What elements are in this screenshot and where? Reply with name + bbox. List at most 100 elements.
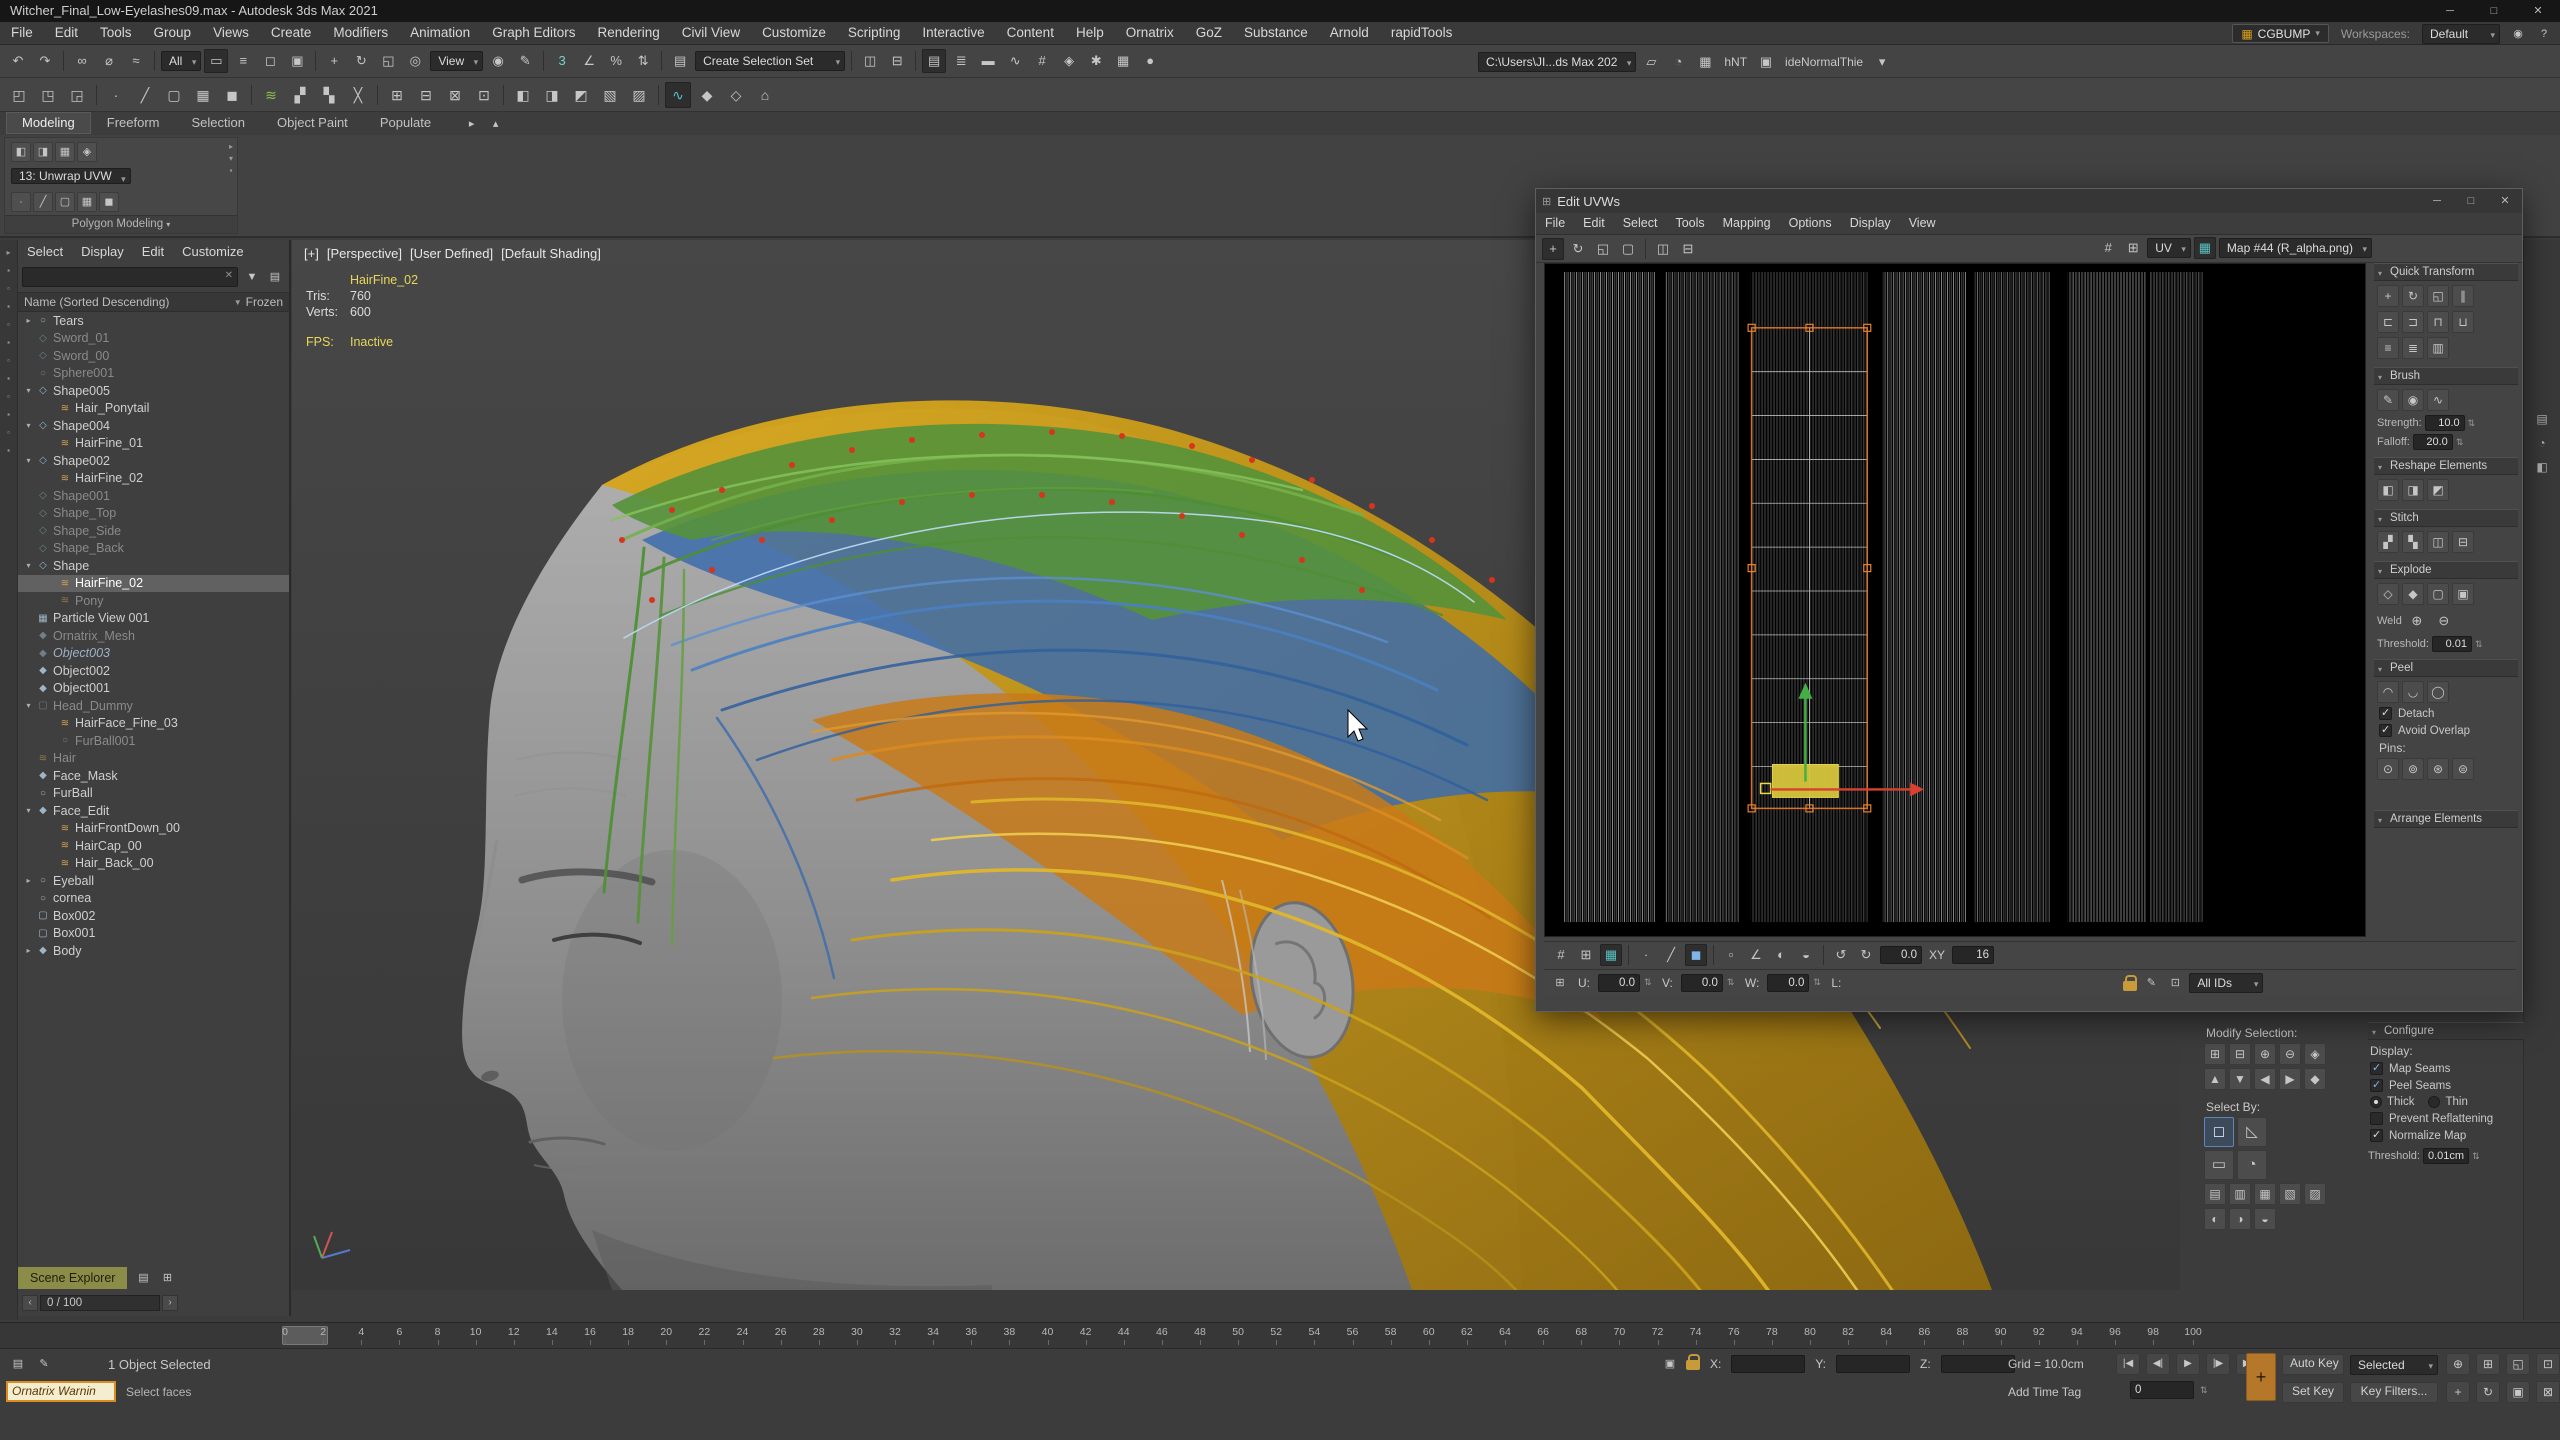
select-and-place-icon[interactable]: ◎ [403, 49, 427, 73]
scene-tree-item[interactable]: ▾ ▢ Head_Dummy [18, 697, 289, 715]
left-toolbar-icon-8[interactable]: ▪ [7, 374, 10, 383]
grid-size-field[interactable]: 16 [1952, 946, 1994, 964]
timeline-tick[interactable]: 82 [1841, 1326, 1855, 1338]
timeline-tick[interactable]: 50 [1231, 1326, 1245, 1338]
bind-to-space-warp-icon[interactable]: ≈ [124, 49, 148, 73]
uv-space-dropdown[interactable]: UV [2147, 238, 2191, 258]
script-button-hnt[interactable]: hNT [1720, 55, 1751, 69]
select-extra-icon-2[interactable]: ◑ [2229, 1208, 2251, 1230]
rotate-90-icon[interactable]: ↻ [2402, 285, 2424, 307]
edit-pencil-icon[interactable]: ✎ [2141, 973, 2161, 993]
axis-label[interactable]: XY [1925, 948, 1949, 962]
straighten-icon[interactable]: ◧ [2377, 479, 2399, 501]
timeline-tick[interactable]: 0 [278, 1326, 292, 1338]
align-top-icon[interactable]: ⊓ [2427, 311, 2449, 333]
dialog-minimize-button[interactable]: ─ [2420, 189, 2454, 213]
menu-item[interactable]: Interactive [911, 22, 995, 44]
scene-tree-item[interactable]: ≋ Hair_Ponytail [18, 400, 289, 418]
space-vertical-icon[interactable]: ≣ [2402, 337, 2424, 359]
extrude-icon[interactable]: ◧ [510, 82, 536, 108]
scale-uv-icon[interactable]: ◱ [2427, 285, 2449, 307]
timeline-tick[interactable]: 96 [2108, 1326, 2122, 1338]
align-bottom-icon[interactable]: ⊔ [2452, 311, 2474, 333]
distribute-icon[interactable]: ▥ [2427, 337, 2449, 359]
scene-tree-item[interactable]: ≋ Hair [18, 750, 289, 768]
unpin-icon[interactable]: ⊚ [2402, 758, 2424, 780]
frozen-filter-icon[interactable]: ▼ [234, 298, 242, 307]
uv-tile-grid-icon[interactable]: ⊞ [2122, 237, 2144, 259]
weld-threshold-field[interactable]: 0.01 [2432, 636, 2472, 652]
polygon-modeling-footer[interactable]: Polygon Modeling ▾ [5, 215, 237, 233]
scene-tree-item[interactable]: ≋ Pony [18, 592, 289, 610]
timeline-tick[interactable]: 72 [1651, 1326, 1665, 1338]
scene-explorer-tab[interactable]: Scene Explorer [18, 1267, 127, 1289]
normalize-map-checkbox[interactable]: Normalize Map [2370, 1129, 2522, 1142]
select-mode-icon-5[interactable]: ▨ [2304, 1183, 2326, 1205]
angle-snap-icon[interactable]: ∠ [577, 49, 601, 73]
align-right-icon[interactable]: ⊐ [2402, 311, 2424, 333]
attach-icon[interactable]: ⊞ [384, 82, 410, 108]
scene-tree-item[interactable]: ◆ Object002 [18, 662, 289, 680]
render-setup-icon[interactable]: ✱ [1084, 49, 1108, 73]
stitch-target-icon[interactable]: ◫ [2427, 531, 2449, 553]
timeline-tick[interactable]: 36 [964, 1326, 978, 1338]
left-toolbar-icon-6[interactable]: ▪ [7, 338, 10, 347]
timeline-tick[interactable]: 56 [1346, 1326, 1360, 1338]
key-filters-button[interactable]: Key Filters... [2350, 1382, 2438, 1403]
peel-seams-checkbox[interactable]: Peel Seams [2370, 1079, 2522, 1092]
ribbon-tab[interactable]: Object Paint [261, 112, 364, 134]
show-end-result-icon[interactable]: ▦ [55, 142, 75, 162]
ribbon-tab[interactable]: Freeform [91, 112, 176, 134]
timeline-tick[interactable]: 78 [1765, 1326, 1779, 1338]
left-toolbar-icon-5[interactable]: ▫ [7, 320, 10, 329]
swift-loop-icon[interactable]: ∿ [665, 82, 691, 108]
flatten-by-group-icon[interactable]: ▢ [2427, 583, 2449, 605]
scene-tree-item[interactable]: ≋ HairFine_02 [18, 575, 289, 593]
dialog-menu-item[interactable]: File [1536, 213, 1574, 234]
selection-lock-icon[interactable] [1686, 1360, 1700, 1370]
reference-coordinate-dropdown[interactable]: View [430, 51, 483, 71]
ribbon-overflow-icon[interactable]: ▸ [462, 114, 482, 134]
explorer-dock-icon[interactable]: ▤ [133, 1268, 153, 1288]
uv-snap-settings-icon[interactable]: # [2097, 237, 2119, 259]
show-map-toggle-icon[interactable]: ▦ [1600, 944, 1622, 966]
bevel-icon[interactable]: ◨ [539, 82, 565, 108]
shrink-selection-icon[interactable]: ⊟ [2229, 1043, 2251, 1065]
scene-tree-item[interactable]: ◇ Sword_00 [18, 347, 289, 365]
ribbon-minimize-icon[interactable]: ▴ [486, 114, 506, 134]
timeline-tick[interactable]: 8 [431, 1326, 445, 1338]
quad-cap-icon[interactable]: ⌂ [752, 82, 778, 108]
select-mode-icon-3[interactable]: ▦ [2254, 1183, 2276, 1205]
uv-move-icon[interactable]: + [1542, 238, 1564, 260]
help-icon[interactable]: ? [2534, 24, 2554, 44]
relax-edges-icon[interactable]: ◨ [2402, 479, 2424, 501]
lock-soft-selection-icon[interactable]: ◲ [64, 82, 90, 108]
panel-next-icon[interactable]: ▾ [229, 154, 233, 163]
scene-tree-item[interactable]: ◆ Object003 [18, 645, 289, 663]
brush-falloff-field[interactable]: 20.0 [2413, 434, 2453, 450]
state-sets-icon[interactable]: ▦ [1693, 50, 1717, 74]
timeline-tick[interactable]: 38 [1002, 1326, 1016, 1338]
left-toolbar-icon-10[interactable]: ▪ [7, 410, 10, 419]
ornatrix-warning-badge[interactable]: Ornatrix Warnin [6, 1381, 116, 1402]
select-and-move-icon[interactable]: + [322, 49, 346, 73]
falloff-curve-icon[interactable]: ∿ [2427, 389, 2449, 411]
select-and-manipulate-icon[interactable]: ✎ [513, 49, 537, 73]
scene-tree-item[interactable]: ▾ ◇ Shape [18, 557, 289, 575]
menu-item[interactable]: rapidTools [1380, 22, 1464, 44]
scene-tree-item[interactable]: ▸ ◆ Body [18, 942, 289, 960]
prompt-history-icon[interactable]: ▤ [8, 1354, 28, 1374]
modify-tab-icon[interactable]: ◔ [2538, 436, 2545, 450]
timeline-tick[interactable]: 58 [1384, 1326, 1398, 1338]
mirror-icon[interactable]: ◫ [858, 49, 882, 73]
timeline-tick[interactable]: 86 [1917, 1326, 1931, 1338]
maximize-viewport-toggle-icon[interactable]: ⊠ [2536, 1381, 2560, 1403]
pin-selected-icon[interactable]: ⊛ [2427, 758, 2449, 780]
relax-brush-icon[interactable]: ◉ [2402, 389, 2424, 411]
u-coordinate-field[interactable]: 0.0 [1598, 974, 1640, 992]
move-horizontal-icon[interactable]: + [2377, 285, 2399, 307]
remove-icon[interactable]: ╳ [345, 82, 371, 108]
go-to-start-button[interactable]: |◀ [2116, 1353, 2140, 1375]
edge-subobject-icon[interactable]: ╱ [33, 192, 53, 212]
planar-angle-icon[interactable]: ∠ [1745, 944, 1767, 966]
